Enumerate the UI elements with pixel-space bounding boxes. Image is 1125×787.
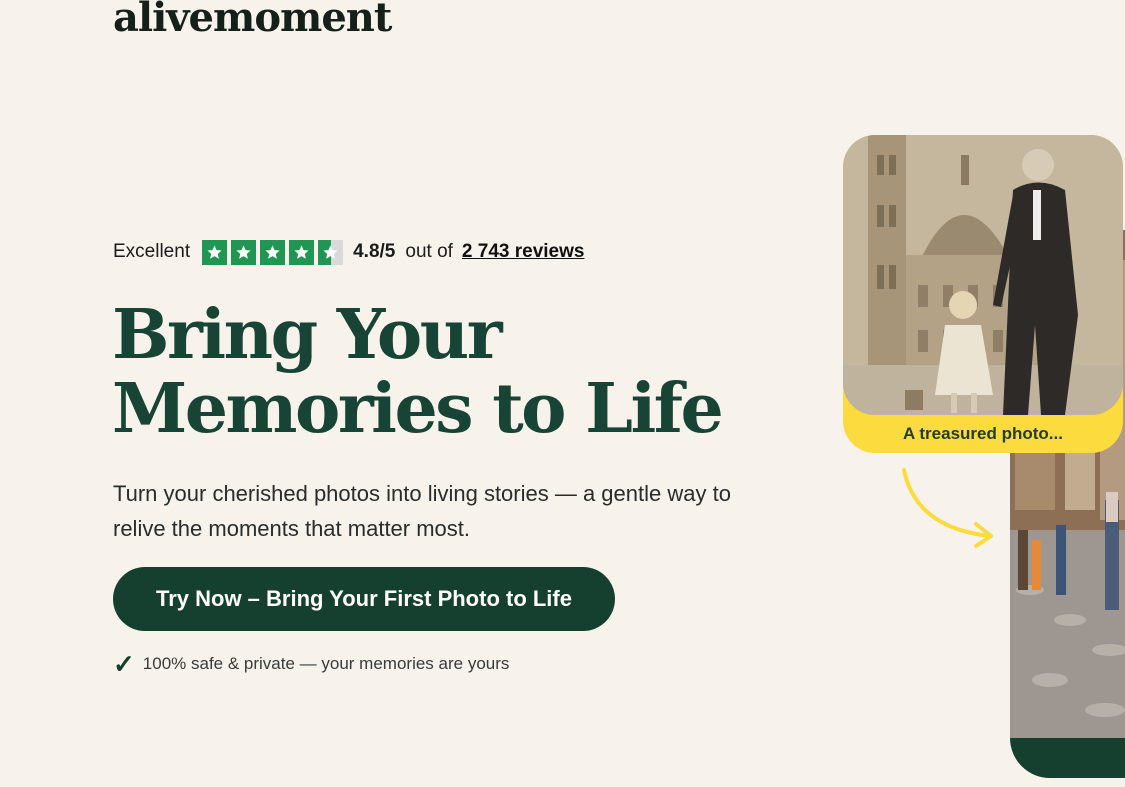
before-caption: A treasured photo... [903,424,1063,443]
safety-note-text: 100% safe & private — your memories are … [142,654,510,673]
headline-line-1: Bring Your [112,295,503,375]
safety-note: ✓ 100% safe & private — your memories ar… [113,651,509,677]
rating-summary: Excellent 4.8/5 out of 2 743 reviews [113,238,584,266]
star-icon [289,239,315,265]
hero-subtitle: Turn your cherished photos into living s… [113,481,731,541]
half-star-icon [318,239,344,265]
rating-score: 4.8/5 [353,241,396,262]
try-now-button[interactable]: Try Now – Bring Your First Photo to Life [113,567,615,631]
brand-logo[interactable]: alivemoment [113,0,392,41]
reviews-link[interactable]: 2 743 reviews [462,241,585,263]
star-icon [260,239,286,265]
star-icon [231,239,257,265]
star-icon [202,239,228,265]
rating-stars [202,239,344,265]
before-photo-card: A treasured photo... [843,135,1123,453]
headline-line-2: Memories to Life [112,369,724,449]
rating-label: Excellent [113,241,191,262]
vintage-photo [843,135,1123,415]
curved-arrow-icon [902,468,993,548]
rating-out-of: out of [405,241,453,262]
hero-headline: Bring Your Memories to Life [112,298,732,446]
checkmark-icon: ✓ [113,649,135,679]
